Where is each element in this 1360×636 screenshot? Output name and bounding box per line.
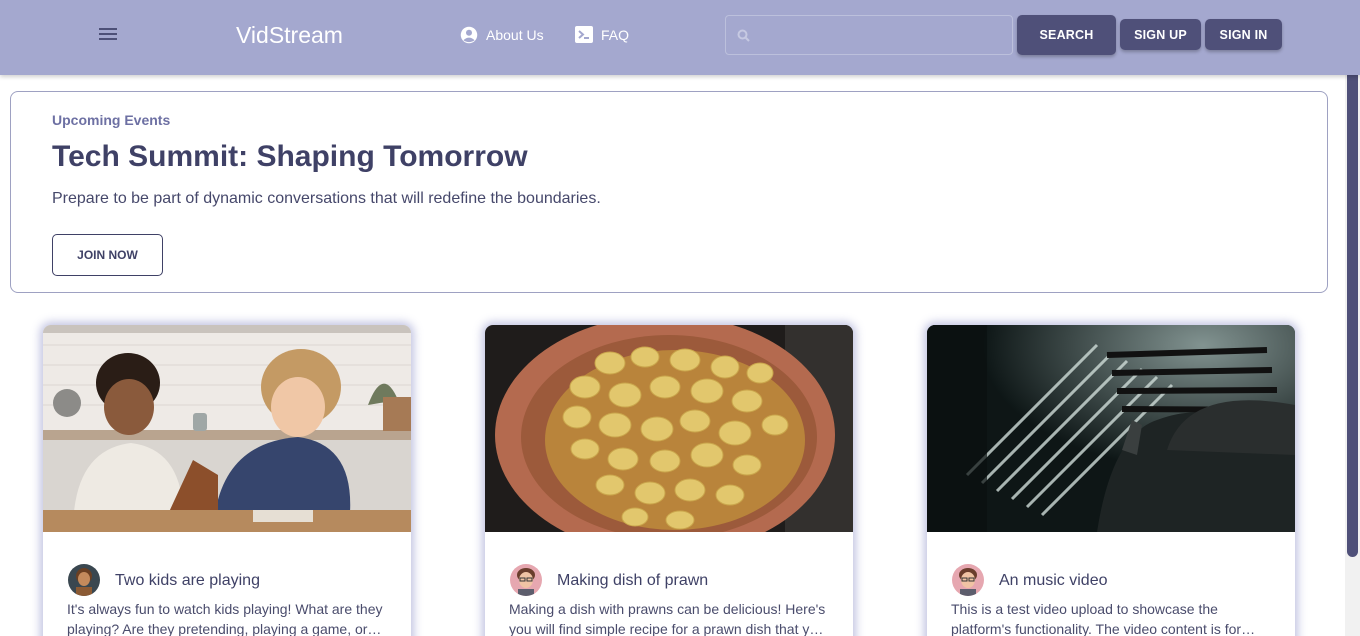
banner-label: Upcoming Events xyxy=(52,112,171,128)
sign-in-button[interactable]: SIGN IN xyxy=(1205,19,1282,50)
nav-about-us[interactable]: About Us xyxy=(460,26,544,44)
banner-description: Prepare to be part of dynamic conversati… xyxy=(52,190,601,207)
video-description: This is a test video upload to showcase … xyxy=(951,601,1242,636)
video-title[interactable]: An music video xyxy=(999,572,1108,590)
channel-avatar[interactable] xyxy=(510,564,542,596)
channel-avatar[interactable] xyxy=(68,564,100,596)
menu-icon[interactable] xyxy=(96,24,120,46)
account-circle-icon xyxy=(460,26,478,44)
channel-avatar[interactable] xyxy=(952,564,984,596)
page-scrollbar[interactable] xyxy=(1345,75,1360,636)
video-card[interactable]: Making dish of prawn Making a dish with … xyxy=(485,325,853,636)
nav-faq[interactable]: FAQ xyxy=(575,26,629,43)
sign-up-button[interactable]: SIGN UP xyxy=(1120,19,1201,50)
video-card[interactable]: An music video This is a test video uplo… xyxy=(927,325,1295,636)
banner-title: Tech Summit: Shaping Tomorrow xyxy=(52,140,528,173)
search-icon xyxy=(737,29,750,42)
terminal-icon xyxy=(575,26,593,43)
scrollbar-thumb[interactable] xyxy=(1347,75,1358,557)
brand-logo-text[interactable]: VidStream xyxy=(236,22,343,49)
video-card[interactable]: Two kids are playing It's always fun to … xyxy=(43,325,411,636)
video-description: Making a dish with prawns can be delicio… xyxy=(509,601,826,636)
join-now-button[interactable]: JOIN NOW xyxy=(52,234,163,276)
video-title[interactable]: Two kids are playing xyxy=(115,572,260,590)
nav-about-us-label: About Us xyxy=(486,27,544,43)
video-description: It's always fun to watch kids playing! W… xyxy=(67,601,383,636)
upcoming-event-banner: Upcoming Events Tech Summit: Shaping Tom… xyxy=(10,91,1328,293)
nav-faq-label: FAQ xyxy=(601,26,630,43)
search-button[interactable]: SEARCH xyxy=(1017,15,1116,55)
video-title[interactable]: Making dish of prawn xyxy=(557,572,708,590)
top-app-bar: VidStream About Us FAQ SEARCH SIGN UP SI… xyxy=(0,0,1360,75)
search-field[interactable] xyxy=(725,15,1013,55)
search-input[interactable] xyxy=(756,24,1006,48)
video-thumbnail[interactable] xyxy=(485,325,853,532)
video-thumbnail[interactable] xyxy=(43,325,411,532)
video-thumbnail[interactable] xyxy=(927,325,1295,532)
